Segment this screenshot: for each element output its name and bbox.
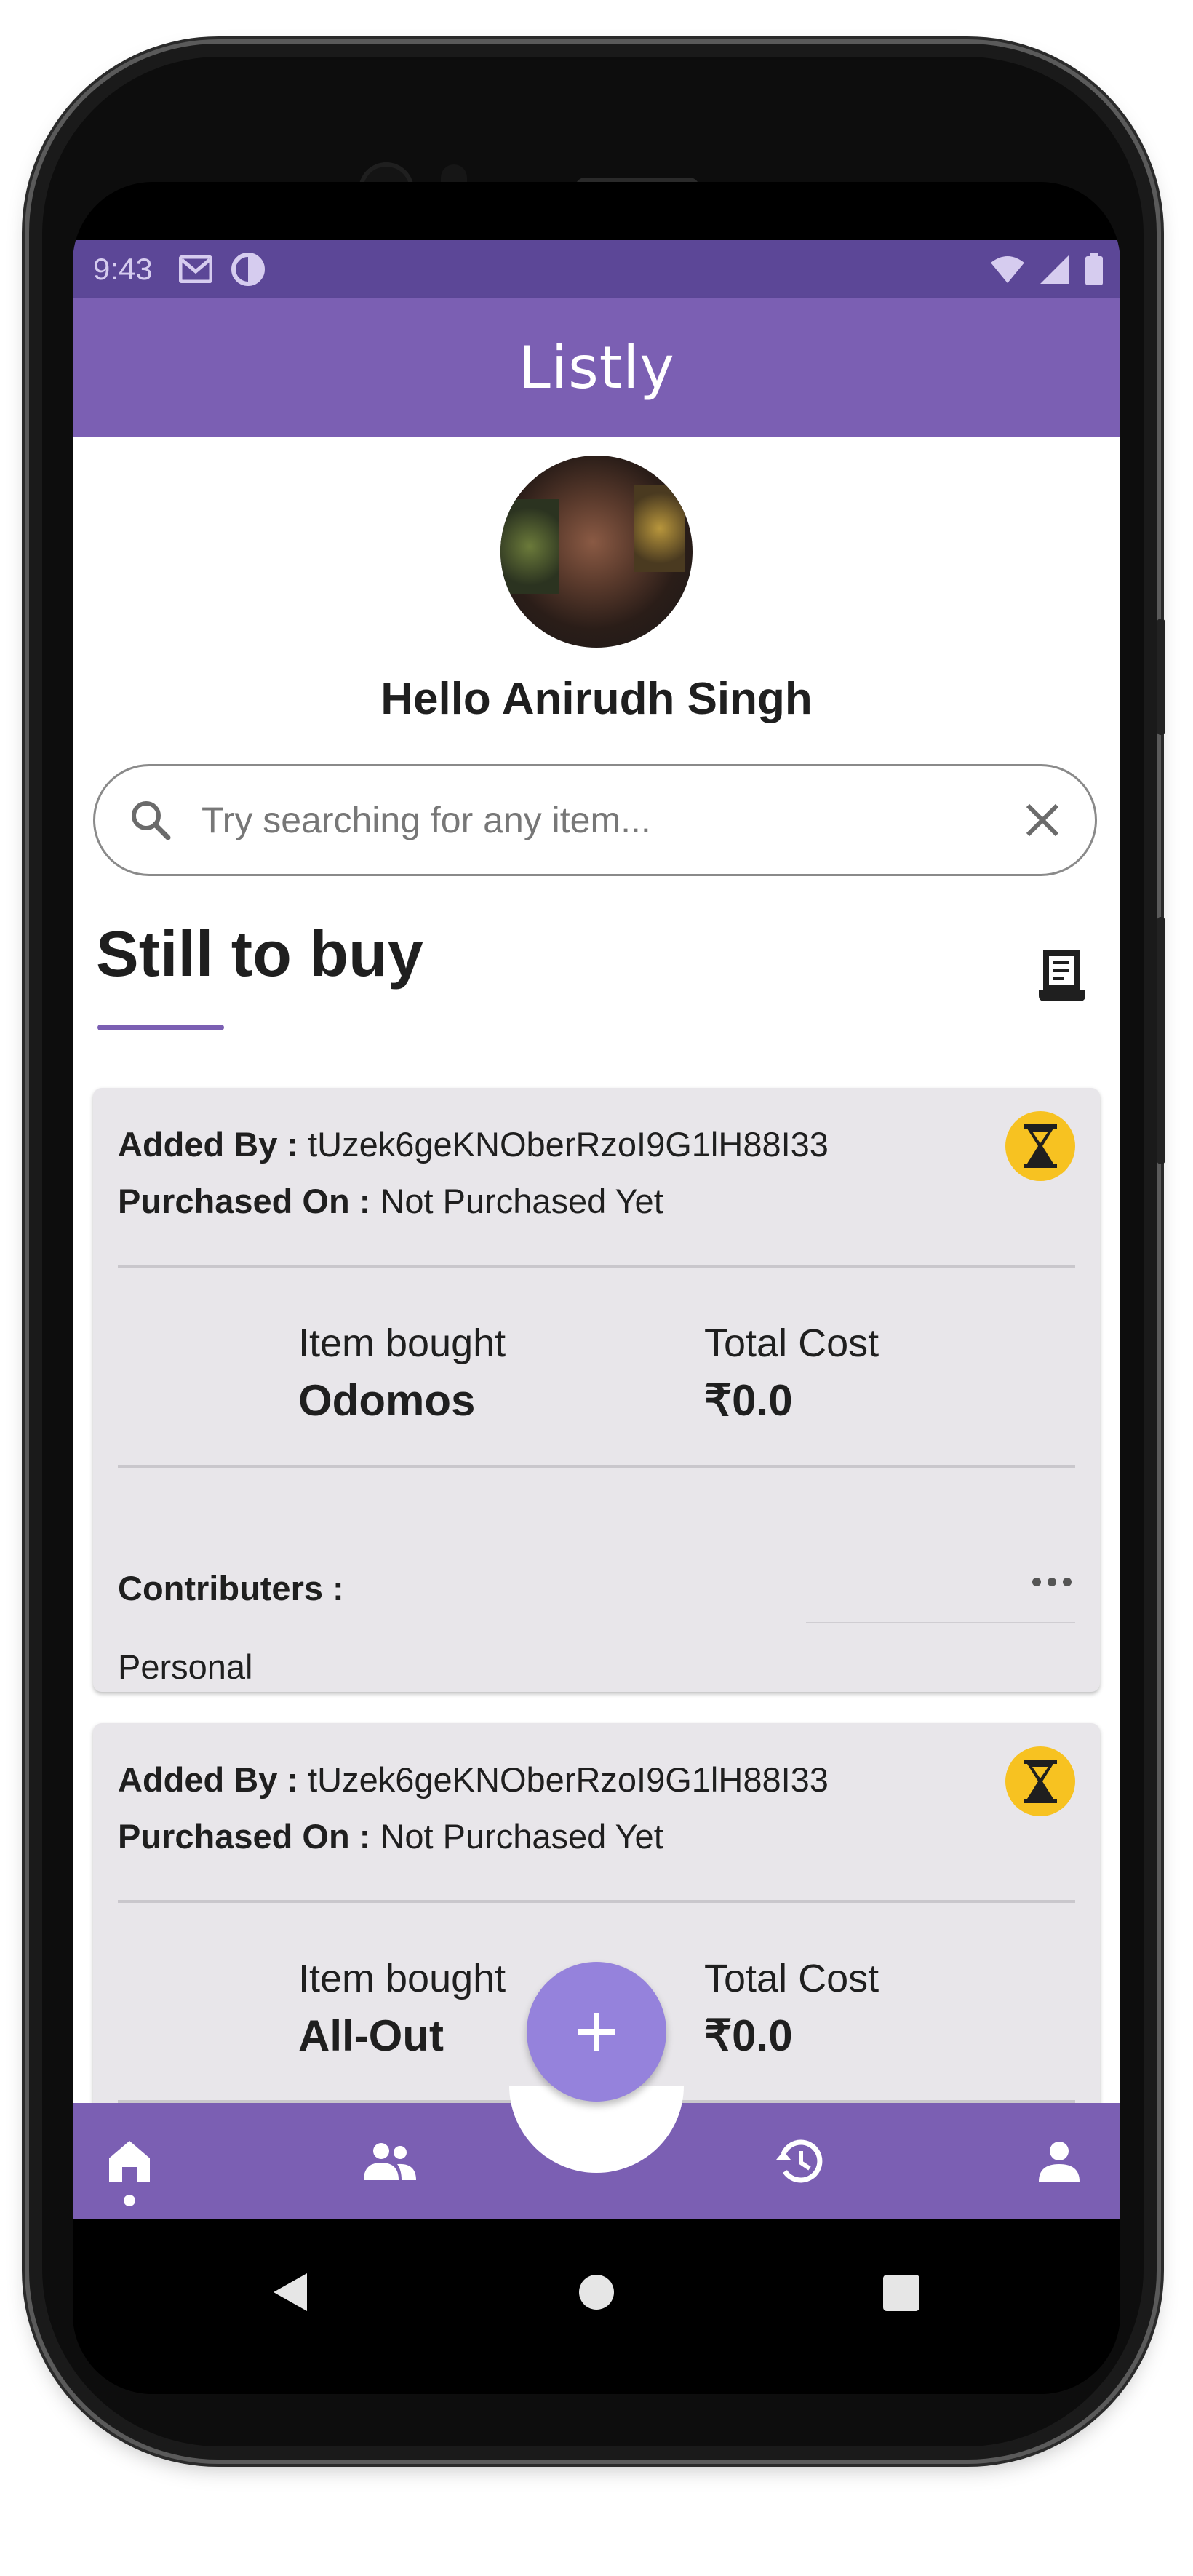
pending-status-badge — [1005, 1111, 1075, 1181]
signal-icon — [1040, 255, 1069, 284]
back-icon[interactable] — [269, 2270, 310, 2314]
system-navigation-bar — [73, 2219, 1120, 2394]
close-icon[interactable] — [1022, 800, 1063, 840]
sync-icon — [231, 253, 265, 286]
history-icon — [776, 2139, 823, 2183]
status-time: 9:43 — [93, 252, 153, 286]
nav-home[interactable] — [100, 2132, 159, 2206]
active-indicator-dot — [124, 2195, 135, 2206]
search-input[interactable] — [200, 798, 1022, 842]
item-bought-label: Item bought — [298, 1321, 506, 1365]
added-by-value: tUzek6geKNOberRzoI9G1lH88I33 — [308, 1125, 829, 1164]
purchased-on-value: Not Purchased Yet — [380, 1817, 663, 1856]
contributers-label: Contributers : — [118, 1569, 344, 1607]
purchased-on-row: Purchased On : Not Purchased Yet — [118, 1816, 663, 1856]
more-options-icon[interactable] — [1032, 1577, 1072, 1587]
nav-profile[interactable] — [1030, 2132, 1088, 2190]
bottom-navigation — [73, 2086, 1120, 2219]
phone-screen: 9:43 Listly Hello Anirudh Singh Try sear… — [73, 182, 1120, 2394]
recents-icon[interactable] — [882, 2270, 921, 2314]
avatar[interactable] — [500, 456, 693, 648]
add-item-button[interactable] — [527, 1962, 666, 2102]
group-icon — [364, 2143, 416, 2180]
total-cost-label: Total Cost — [704, 1957, 879, 2000]
item-bought-value: Odomos — [298, 1376, 476, 1425]
added-by-row: Added By : tUzek6geKNOberRzoI9G1lH88I33 — [118, 1124, 829, 1164]
total-cost-value: ₹0.0 — [704, 2011, 793, 2060]
search-bar[interactable] — [93, 764, 1097, 876]
purchased-on-value: Not Purchased Yet — [380, 1182, 663, 1220]
status-bar: 9:43 — [73, 240, 1120, 298]
added-by-label: Added By : — [118, 1760, 299, 1799]
power-button — [1157, 917, 1165, 1164]
divider — [118, 1900, 1075, 1903]
volume-button — [1157, 619, 1165, 735]
home-button-icon[interactable] — [578, 2270, 615, 2314]
battery-icon — [1085, 253, 1103, 285]
divider — [118, 1265, 1075, 1268]
profile-icon — [1039, 2142, 1080, 2182]
added-by-row: Added By : tUzek6geKNOberRzoI9G1lH88I33 — [118, 1760, 829, 1800]
greeting-text: Hello Anirudh Singh — [380, 674, 813, 724]
hourglass-icon — [1024, 1124, 1057, 1168]
item-card[interactable]: Added By : tUzek6geKNOberRzoI9G1lH88I33 … — [93, 1088, 1100, 1692]
nav-groups[interactable] — [361, 2132, 419, 2190]
app-bar: Listly — [73, 298, 1120, 437]
pending-status-badge — [1005, 1746, 1075, 1816]
home-content[interactable]: Hello Anirudh Singh Still to buy — [73, 437, 1120, 2103]
receipt-icon[interactable] — [1037, 946, 1088, 1004]
section-underline — [97, 1025, 224, 1030]
app-title: Listly — [518, 333, 675, 402]
hourglass-icon — [1024, 1760, 1057, 1803]
contributers-value: Personal — [118, 1647, 253, 1686]
section-title: Still to buy — [96, 918, 423, 990]
purchased-on-row: Purchased On : Not Purchased Yet — [118, 1181, 663, 1221]
home-icon — [109, 2141, 150, 2182]
purchased-on-label: Purchased On : — [118, 1182, 371, 1220]
total-cost-value: ₹0.0 — [704, 1376, 793, 1425]
purchased-on-label: Purchased On : — [118, 1817, 371, 1856]
gmail-icon — [178, 255, 212, 283]
added-by-value: tUzek6geKNOberRzoI9G1lH88I33 — [308, 1760, 829, 1799]
divider — [118, 1465, 1075, 1468]
item-bought-value: All-Out — [298, 2011, 444, 2060]
contributers-underline — [806, 1622, 1075, 1623]
wifi-icon — [991, 256, 1024, 283]
nav-history[interactable] — [770, 2132, 828, 2190]
total-cost-label: Total Cost — [704, 1321, 879, 1365]
contributers-row: Contributers : — [118, 1568, 344, 1608]
add-icon — [578, 2013, 615, 2051]
added-by-label: Added By : — [118, 1125, 299, 1164]
search-icon — [132, 801, 171, 840]
item-bought-label: Item bought — [298, 1957, 506, 2000]
